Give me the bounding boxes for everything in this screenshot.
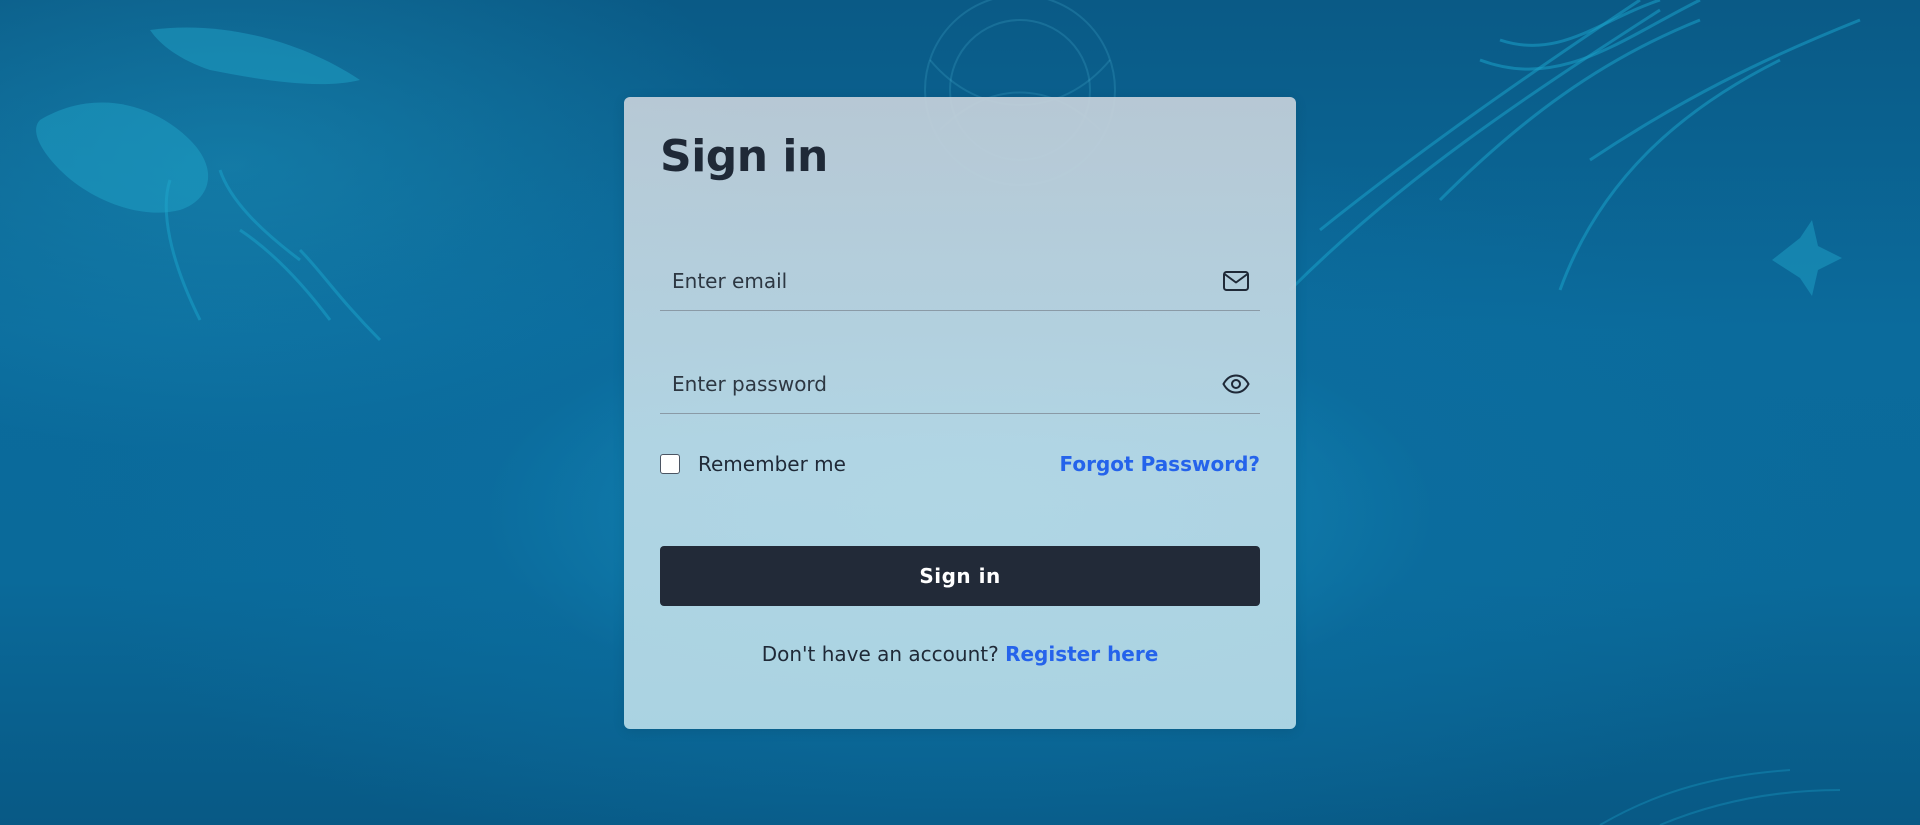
signin-button[interactable]: Sign in (660, 546, 1260, 607)
remember-me[interactable]: Remember me (660, 452, 846, 476)
remember-label: Remember me (698, 452, 846, 477)
email-input[interactable] (660, 251, 1260, 311)
envelope-icon (1222, 267, 1250, 295)
options-row: Remember me Forgot Password? (660, 452, 1260, 476)
register-row: Don't have an account? Register here (660, 642, 1260, 666)
password-field-wrapper (660, 354, 1260, 415)
register-prompt: Don't have an account? (761, 642, 1006, 667)
page-title: Sign in (660, 131, 828, 182)
eye-icon[interactable] (1222, 370, 1250, 398)
remember-checkbox[interactable] (660, 454, 680, 475)
signin-card: Sign in Remember me Forgot Password? Sig… (624, 97, 1296, 729)
password-input[interactable] (660, 354, 1260, 414)
register-link[interactable]: Register here (1005, 642, 1158, 666)
email-field-wrapper (660, 251, 1260, 312)
forgot-password-link[interactable]: Forgot Password? (1060, 452, 1260, 476)
